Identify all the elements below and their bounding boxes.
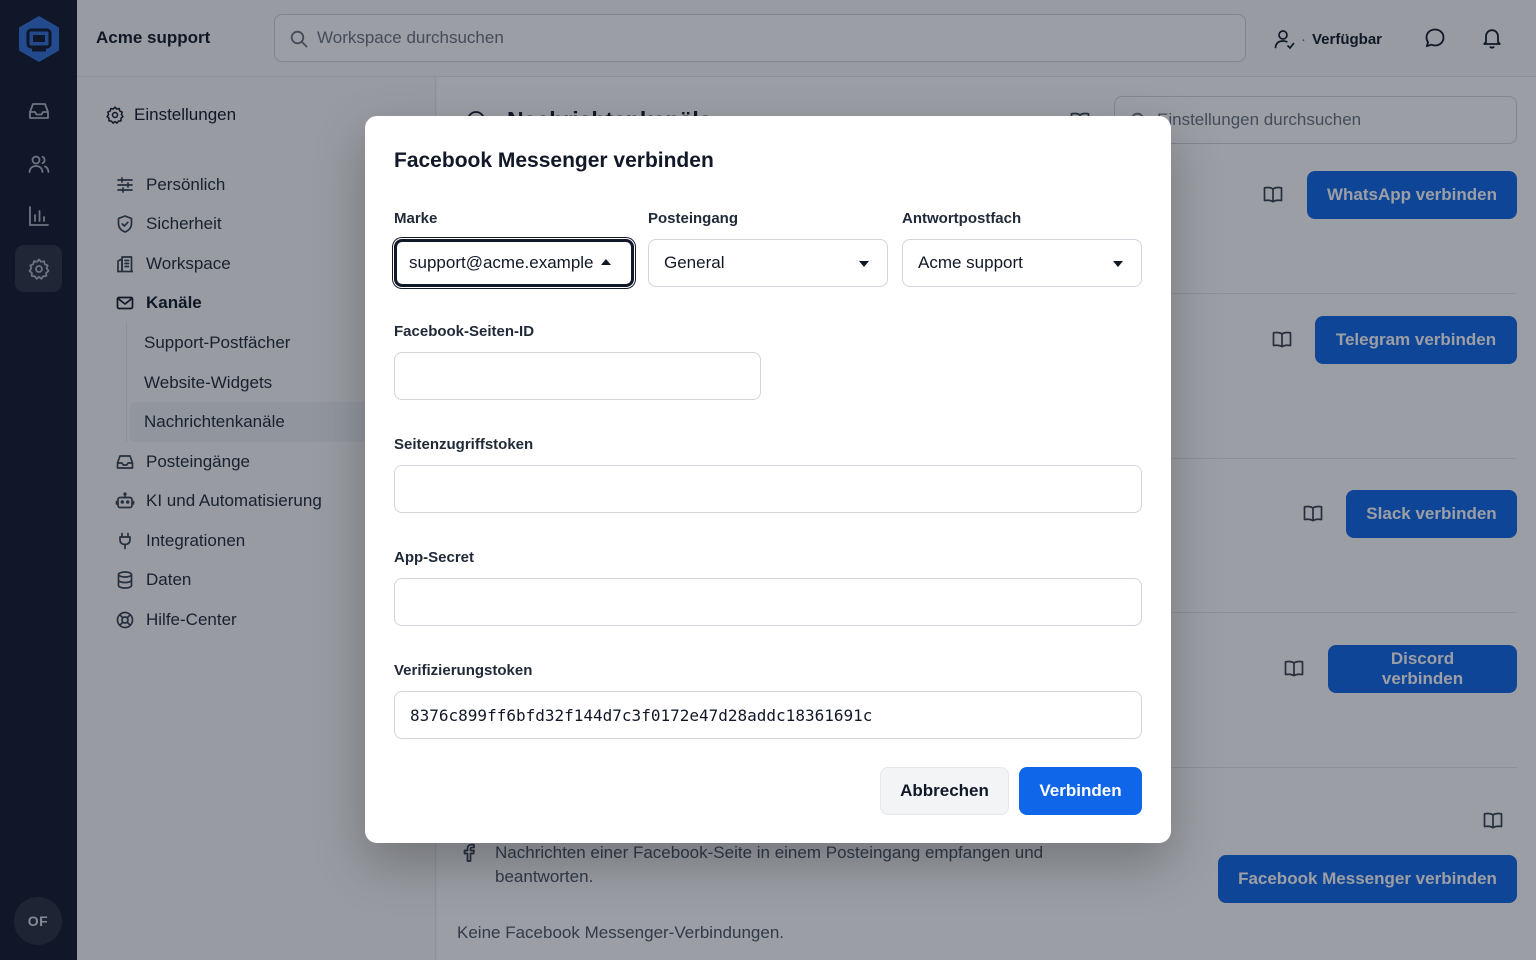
brand-label: Marke [394, 210, 438, 227]
inbox-select[interactable]: General [648, 239, 888, 287]
reply-mailbox-select-value: Acme support [918, 253, 1023, 272]
inbox-label: Posteingang [648, 210, 739, 227]
caret-down-icon [859, 261, 869, 267]
page-id-label: Facebook-Seiten-ID [394, 323, 535, 340]
cancel-button[interactable]: Abbrechen [880, 767, 1009, 815]
brand-select-value: support@acme.example [409, 253, 594, 272]
connect-button[interactable]: Verbinden [1019, 767, 1142, 815]
page-id-input[interactable] [394, 352, 761, 400]
app-secret-input[interactable] [394, 578, 1142, 626]
inbox-select-value: General [664, 253, 725, 272]
reply-mailbox-label: Antwortpostfach [902, 210, 1022, 227]
connect-facebook-dialog: Facebook Messenger verbinden Marke suppo… [365, 116, 1171, 843]
app-secret-label: App-Secret [394, 549, 475, 566]
reply-mailbox-select[interactable]: Acme support [902, 239, 1142, 287]
brand-select[interactable]: support@acme.example [394, 239, 634, 287]
page-token-label: Seitenzugriffstoken [394, 436, 534, 453]
dialog-title: Facebook Messenger verbinden [394, 149, 714, 172]
verify-token-label: Verifizierungstoken [394, 662, 533, 679]
verify-token-input[interactable] [394, 691, 1142, 739]
page-token-input[interactable] [394, 465, 1142, 513]
caret-down-icon [1113, 261, 1123, 267]
caret-up-icon [601, 259, 611, 265]
